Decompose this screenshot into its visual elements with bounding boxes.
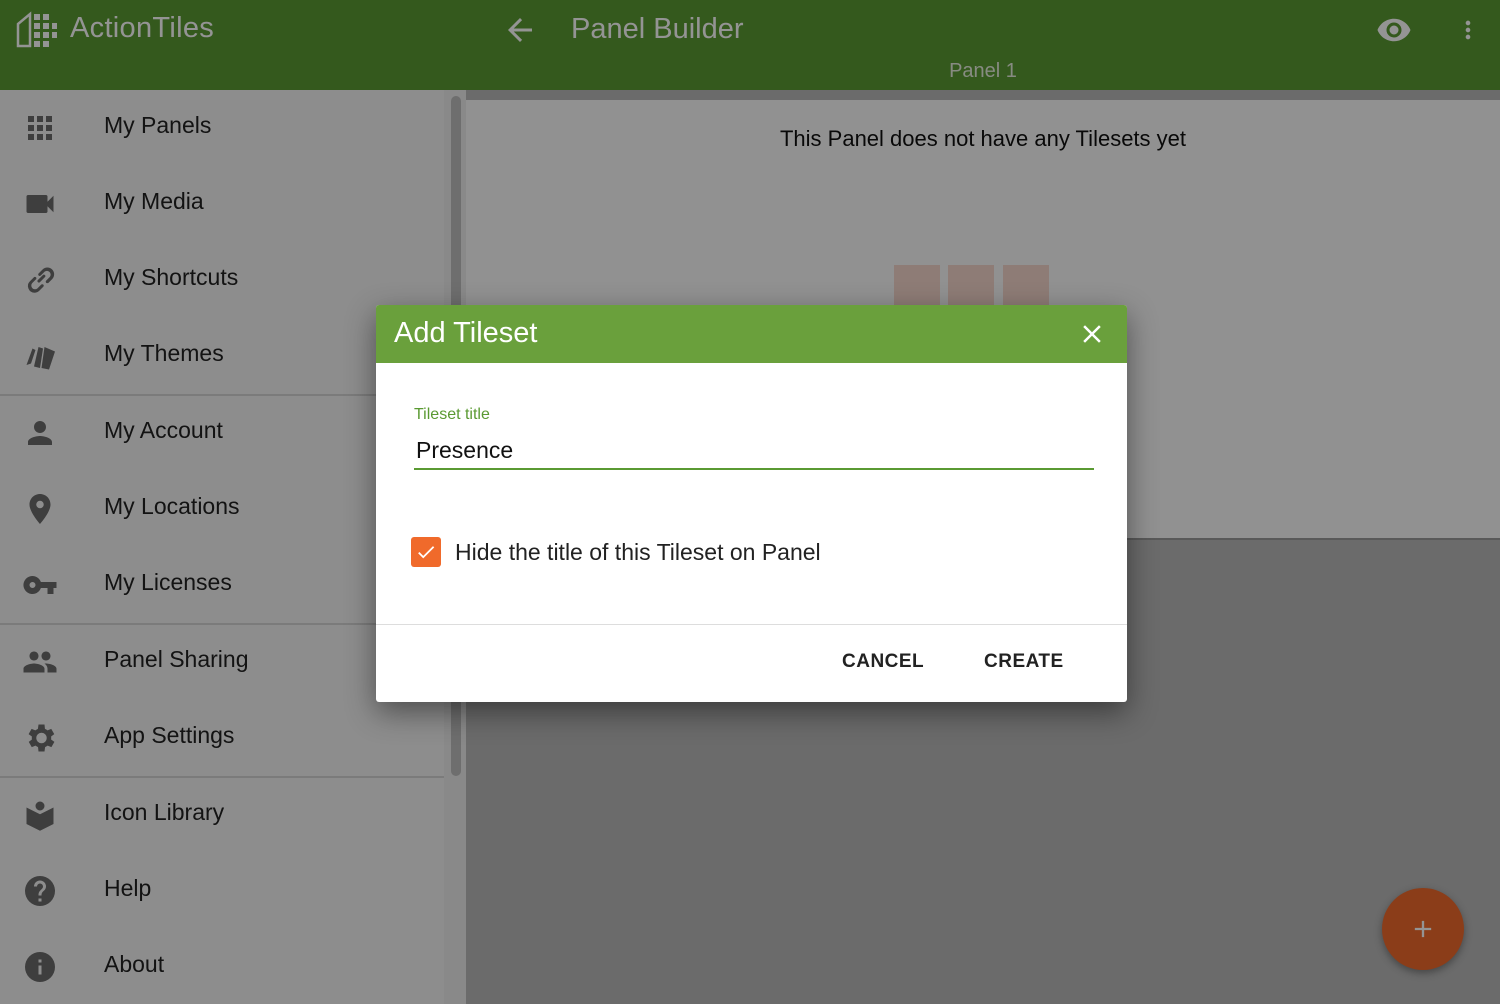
cancel-button[interactable]: CANCEL [842, 651, 924, 673]
hide-title-checkbox-label[interactable]: Hide the title of this Tileset on Panel [455, 539, 821, 566]
tileset-title-input[interactable] [414, 432, 1094, 470]
tileset-title-label: Tileset title [414, 406, 490, 423]
hide-title-checkbox[interactable] [411, 537, 441, 567]
close-icon[interactable] [1077, 319, 1107, 349]
dialog-header: Add Tileset [376, 305, 1127, 363]
add-tileset-dialog: Add Tileset Tileset title Hide the title… [376, 305, 1127, 702]
create-button[interactable]: CREATE [984, 651, 1064, 673]
dialog-title: Add Tileset [394, 317, 538, 349]
checkmark-icon [418, 546, 435, 559]
dialog-divider [376, 624, 1127, 625]
